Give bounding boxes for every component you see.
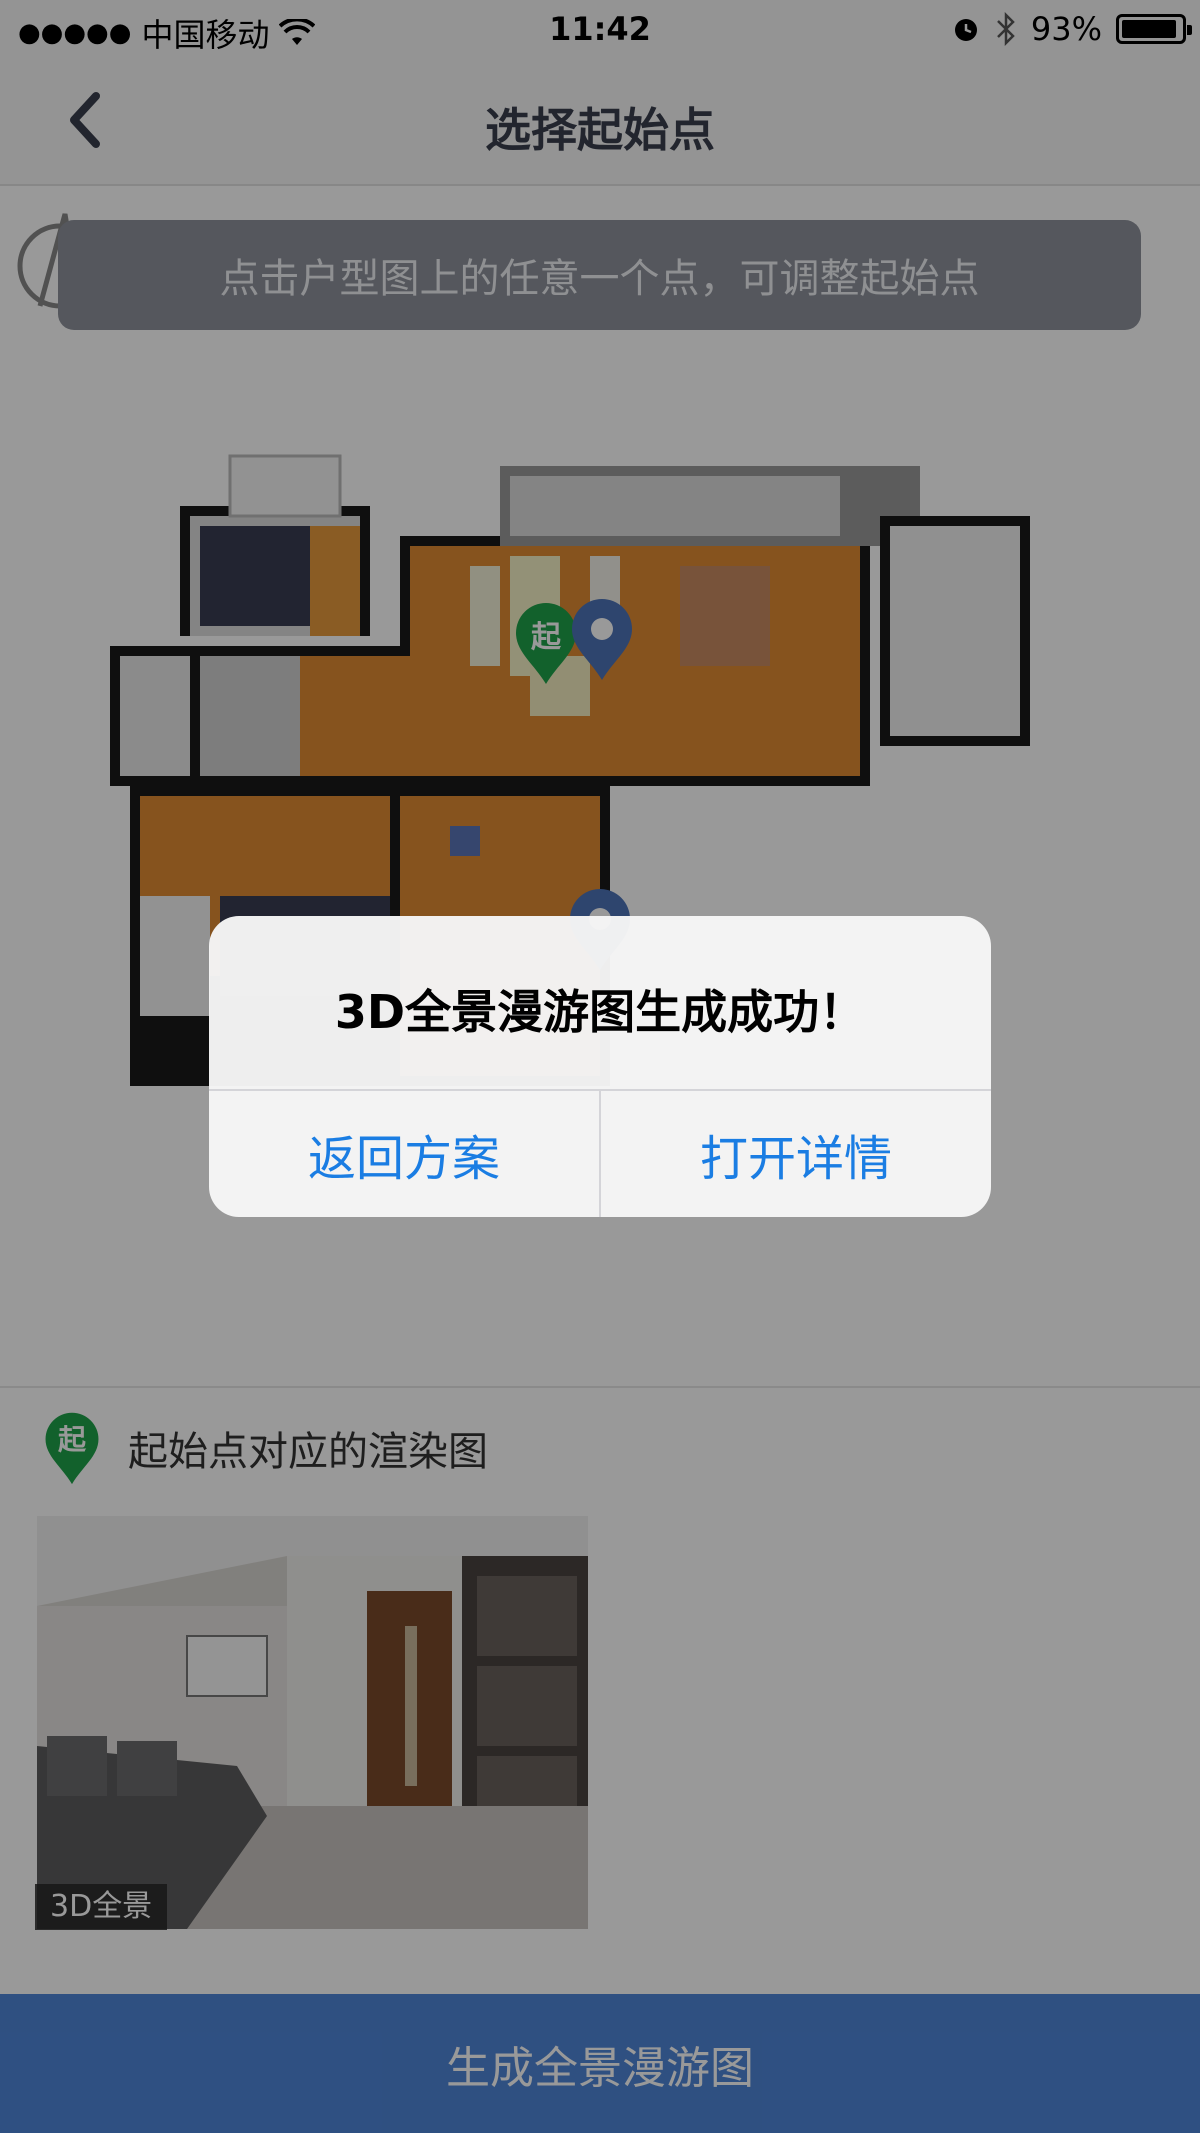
- alert-title: 3D全景漫游图生成成功！: [334, 985, 866, 1039]
- back-to-plan-button[interactable]: 返回方案: [209, 1091, 599, 1217]
- open-details-button[interactable]: 打开详情: [599, 1091, 991, 1217]
- success-alert-dialog: 3D全景漫游图生成成功！ 返回方案 打开详情: [209, 916, 991, 1217]
- app-screen: ●●●●● 中国移动 11:42 93% 选择起始点 点击户型图上的任意一个点，…: [0, 0, 1200, 2133]
- alert-actions: 返回方案 打开详情: [209, 1089, 991, 1217]
